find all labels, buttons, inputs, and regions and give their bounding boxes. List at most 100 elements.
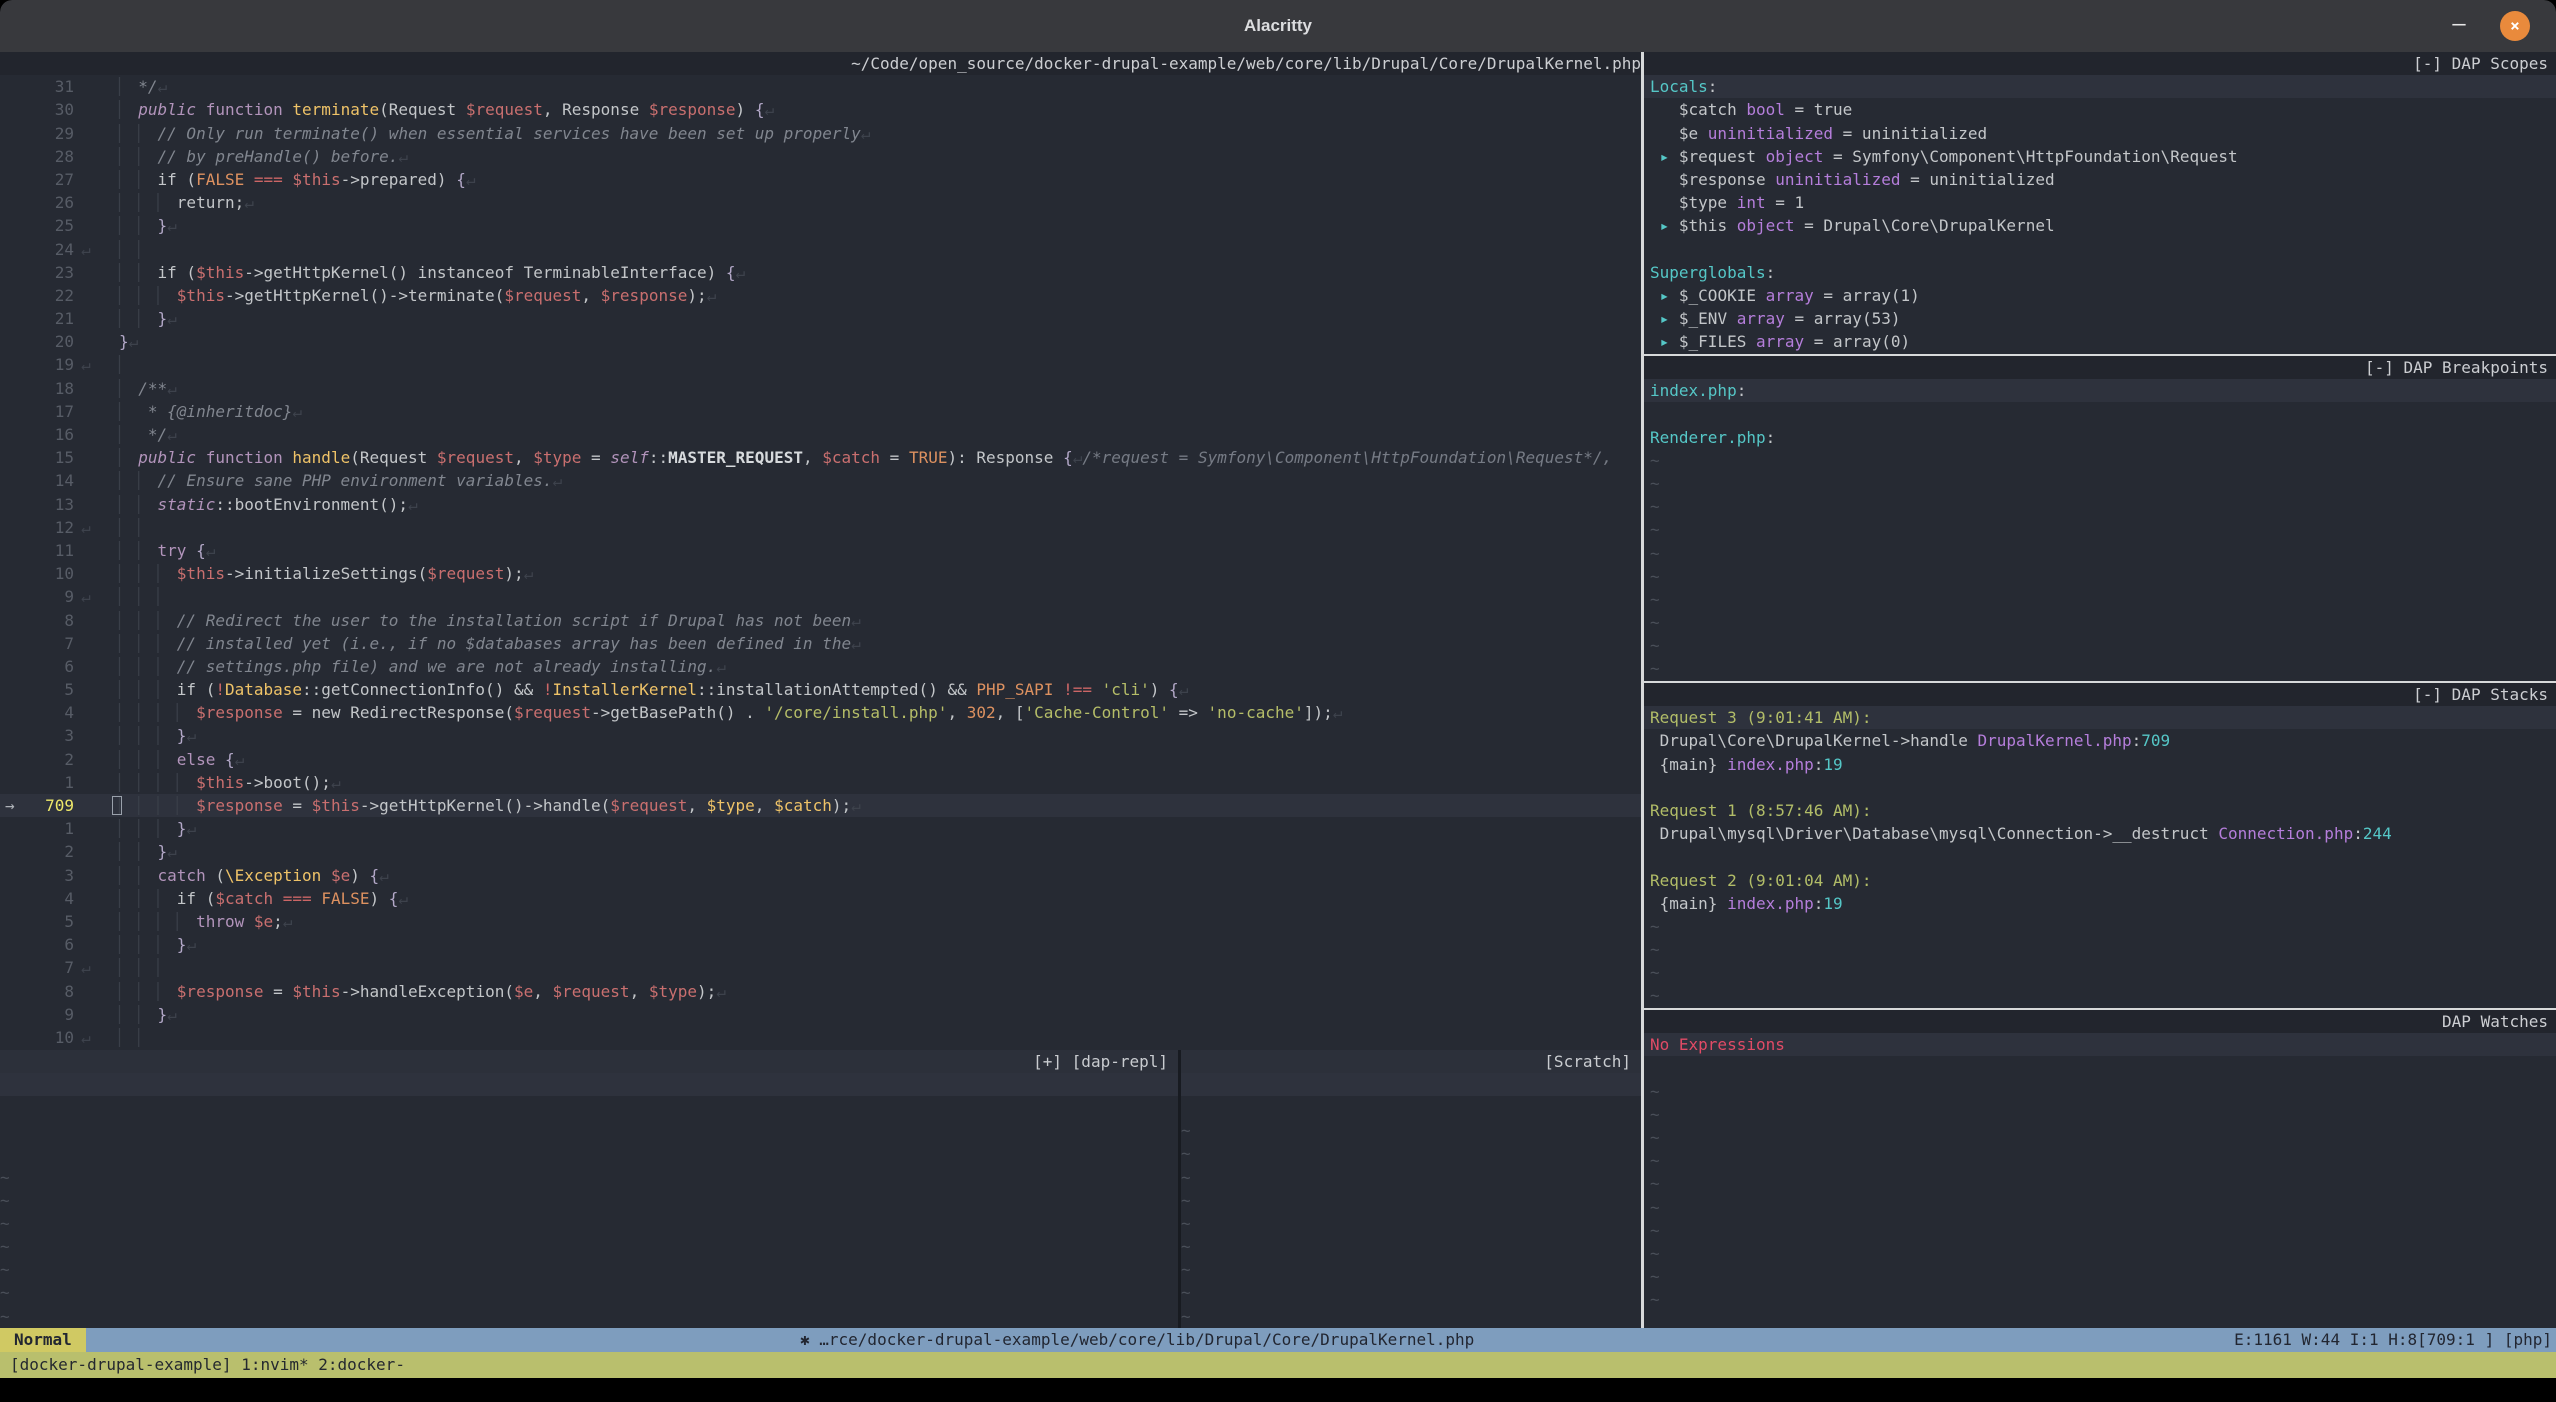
dap-breakpoints-row[interactable]: index.php: — [1644, 379, 2556, 402]
dap-stacks-row[interactable] — [1644, 845, 2556, 868]
tilde-line[interactable]: ~ — [1181, 1212, 1641, 1235]
dap-stacks-row[interactable]: Request 1 (8:57:46 AM): — [1644, 799, 2556, 822]
dap-breakpoints-row[interactable]: ~ — [1644, 449, 2556, 472]
dap-watches-header[interactable]: DAP Watches — [1644, 1010, 2556, 1033]
dap-stacks-row[interactable]: ~ — [1644, 938, 2556, 961]
code-line[interactable]: 25 ▏ ▏ }↵ — [0, 214, 1641, 237]
repl-line[interactable] — [0, 1096, 1178, 1119]
window-separator[interactable] — [1641, 52, 1644, 1328]
dap-scopes-row[interactable]: Superglobals: — [1644, 261, 2556, 284]
code-line[interactable]: 4 ▏ ▏ ▏ if ($catch === FALSE) {↵ — [0, 887, 1641, 910]
dap-breakpoints-row[interactable]: Renderer.php: — [1644, 426, 2556, 449]
dap-breakpoints-row[interactable]: ~ — [1644, 542, 2556, 565]
dap-watches-row[interactable]: No Expressions — [1644, 1033, 2556, 1056]
dap-stacks-header[interactable]: [-] DAP Stacks — [1644, 683, 2556, 706]
dap-breakpoints-row[interactable]: ~ — [1644, 657, 2556, 680]
tilde-line[interactable]: ~ — [0, 1166, 1178, 1189]
dap-scopes-row[interactable]: ▸ $_FILES array = array(0) — [1644, 330, 2556, 353]
dap-watches-row[interactable]: ~ — [1644, 1196, 2556, 1219]
dap-scopes-header[interactable]: [-] DAP Scopes — [1644, 52, 2556, 75]
code-line[interactable]: 11 ▏ ▏ try {↵ — [0, 539, 1641, 562]
dap-breakpoints-row[interactable]: ~ — [1644, 565, 2556, 588]
panel-separator[interactable] — [1644, 354, 2556, 356]
code-line[interactable]: 6 ▏ ▏ ▏ // settings.php file) and we are… — [0, 655, 1641, 678]
code-line[interactable]: 10↵▏ ▏ — [0, 1026, 1641, 1049]
dap-watches-row[interactable]: ~ — [1644, 1149, 2556, 1172]
code-line[interactable]: 19↵▏ — [0, 353, 1641, 376]
dap-watches-row[interactable]: ~ — [1644, 1219, 2556, 1242]
tilde-line[interactable]: ~ — [0, 1258, 1178, 1281]
code-line[interactable]: 20 }↵ — [0, 330, 1641, 353]
panel-separator[interactable] — [1644, 681, 2556, 683]
dap-watches-row[interactable] — [1644, 1056, 2556, 1079]
dap-watches-row[interactable]: ~ — [1644, 1288, 2556, 1311]
tilde-line[interactable]: ~ — [1181, 1189, 1641, 1212]
tilde-line[interactable]: ~ — [0, 1305, 1178, 1328]
code-line[interactable]: 3 ▏ ▏ catch (\Exception $e) {↵ — [0, 864, 1641, 887]
dap-repl-pane[interactable]: ~~~~~~~ — [0, 1073, 1178, 1328]
code-line[interactable]: 10 ▏ ▏ ▏ $this->initializeSettings($requ… — [0, 562, 1641, 585]
dap-breakpoints-row[interactable]: ~ — [1644, 634, 2556, 657]
code-line[interactable]: 28 ▏ ▏ // by preHandle() before.↵ — [0, 145, 1641, 168]
code-line[interactable]: 1 ▏ ▏ ▏ }↵ — [0, 817, 1641, 840]
dap-breakpoints-header[interactable]: [-] DAP Breakpoints — [1644, 356, 2556, 379]
dap-breakpoints-row[interactable] — [1644, 402, 2556, 425]
bottom-pane-divider[interactable] — [1178, 1050, 1181, 1328]
tilde-line[interactable]: ~ — [1181, 1119, 1641, 1142]
code-line[interactable]: 23 ▏ ▏ if ($this->getHttpKernel() instan… — [0, 261, 1641, 284]
dap-stacks-row[interactable]: ~ — [1644, 915, 2556, 938]
code-line[interactable]: 30 ▏ public function terminate(Request $… — [0, 98, 1641, 121]
tilde-line[interactable]: ~ — [1181, 1281, 1641, 1304]
code-line[interactable]: 8 ▏ ▏ ▏ $response = $this->handleExcepti… — [0, 980, 1641, 1003]
dap-breakpoints-row[interactable]: ~ — [1644, 518, 2556, 541]
tilde-line[interactable]: ~ — [0, 1235, 1178, 1258]
tilde-line[interactable]: ~ — [0, 1189, 1178, 1212]
dap-scopes-row[interactable]: $catch bool = true — [1644, 98, 2556, 121]
minimize-button[interactable]: – — [2444, 0, 2474, 52]
dap-scopes-row[interactable]: Locals: — [1644, 75, 2556, 98]
dap-watches-row[interactable]: ~ — [1644, 1126, 2556, 1149]
dap-breakpoints-row[interactable]: ~ — [1644, 588, 2556, 611]
dap-stacks-row[interactable]: Request 3 (9:01:41 AM): — [1644, 706, 2556, 729]
code-line[interactable]: 12↵▏ ▏ — [0, 516, 1641, 539]
dap-stacks-row[interactable]: ~ — [1644, 984, 2556, 1007]
dap-scopes-row[interactable]: $response uninitialized = uninitialized — [1644, 168, 2556, 191]
code-line[interactable]: 8 ▏ ▏ ▏ // Redirect the user to the inst… — [0, 609, 1641, 632]
repl-line[interactable] — [0, 1142, 1178, 1165]
code-line[interactable]: 4 ▏ ▏ ▏ ▏ $response = new RedirectRespon… — [0, 701, 1641, 724]
close-button[interactable]: × — [2500, 11, 2530, 41]
code-line[interactable]: 9 ▏ ▏ }↵ — [0, 1003, 1641, 1026]
code-line[interactable]: 13 ▏ ▏ static::bootEnvironment();↵ — [0, 493, 1641, 516]
dap-scopes-row[interactable]: ▸ $_COOKIE array = array(1) — [1644, 284, 2556, 307]
code-line[interactable]: 5 ▏ ▏ ▏ if (!Database::getConnectionInfo… — [0, 678, 1641, 701]
code-line[interactable]: 22 ▏ ▏ ▏ $this->getHttpKernel()->termina… — [0, 284, 1641, 307]
tilde-line[interactable]: ~ — [1181, 1235, 1641, 1258]
repl-line[interactable] — [0, 1073, 1178, 1096]
code-pane[interactable]: 31 ▏ */↵30 ▏ public function terminate(R… — [0, 75, 1641, 1049]
code-line[interactable]: 24↵▏ ▏ — [0, 238, 1641, 261]
code-line[interactable]: 7↵▏ ▏ ▏ — [0, 956, 1641, 979]
code-line[interactable]: 26 ▏ ▏ ▏ return;↵ — [0, 191, 1641, 214]
code-line[interactable]: 9↵▏ ▏ ▏ — [0, 585, 1641, 608]
dap-stacks-row[interactable]: ~ — [1644, 961, 2556, 984]
code-line[interactable]: 21 ▏ ▏ }↵ — [0, 307, 1641, 330]
code-line[interactable]: 29 ▏ ▏ // Only run terminate() when esse… — [0, 122, 1641, 145]
dap-repl-statusline[interactable]: [+] [dap-repl] — [0, 1050, 1178, 1073]
dap-watches-row[interactable]: ~ — [1644, 1242, 2556, 1265]
dap-breakpoints-row[interactable]: ~ — [1644, 472, 2556, 495]
dap-watches-row[interactable]: ~ — [1644, 1103, 2556, 1126]
dap-stacks-row[interactable]: Drupal\mysql\Driver\Database\mysql\Conne… — [1644, 822, 2556, 845]
dap-stacks-row[interactable]: {main} index.php:19 — [1644, 753, 2556, 776]
dap-stacks-row[interactable]: {main} index.php:19 — [1644, 892, 2556, 915]
dap-scopes-row[interactable]: $e uninitialized = uninitialized — [1644, 122, 2556, 145]
code-line[interactable]: 15 ▏ public function handle(Request $req… — [0, 446, 1641, 469]
tilde-line[interactable]: ~ — [1181, 1166, 1641, 1189]
tmux-status-bar[interactable]: [docker-drupal-example] 1:nvim* 2:docker… — [0, 1352, 2556, 1378]
code-line[interactable]: 7 ▏ ▏ ▏ // installed yet (i.e., if no $d… — [0, 632, 1641, 655]
code-line[interactable]: 27 ▏ ▏ if (FALSE === $this->prepared) {↵ — [0, 168, 1641, 191]
dap-scopes-row[interactable] — [1644, 238, 2556, 261]
tilde-line[interactable]: ~ — [0, 1281, 1178, 1304]
code-line[interactable]: 31 ▏ */↵ — [0, 75, 1641, 98]
code-line[interactable]: 17 ▏ * {@inheritdoc}↵ — [0, 400, 1641, 423]
scratch-line[interactable] — [1181, 1073, 1641, 1096]
